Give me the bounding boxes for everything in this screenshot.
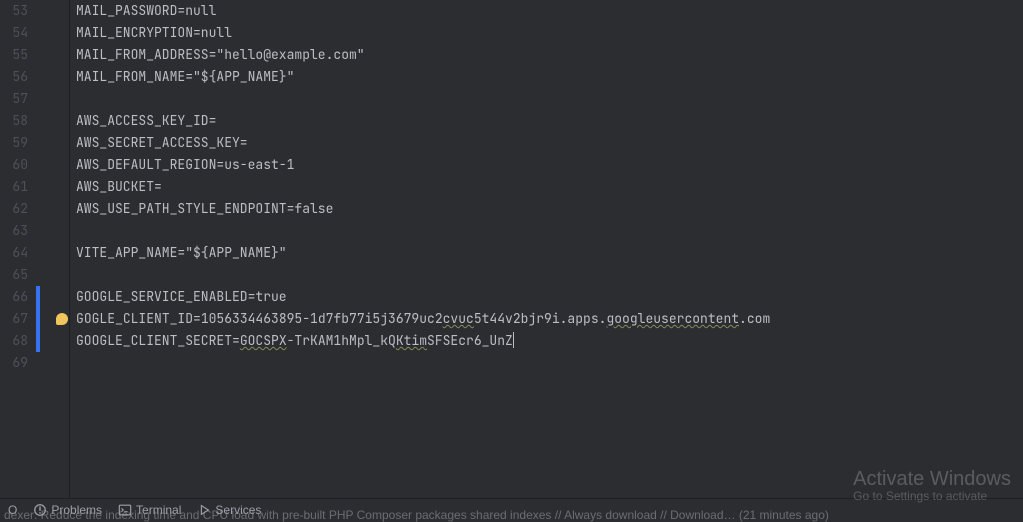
code-line[interactable]: GOOGLE_CLIENT_SECRET=GOCSPX-TrKAM1hMpl_k… xyxy=(76,330,1023,352)
line-number: 59 xyxy=(0,132,36,154)
line-number: 62 xyxy=(0,198,36,220)
code-line[interactable]: GOOGLE_SERVICE_ENABLED=true xyxy=(76,286,1023,308)
code-line[interactable]: VITE_APP_NAME="${APP_NAME}" xyxy=(76,242,1023,264)
line-number: 67 xyxy=(0,308,36,330)
line-number: 56 xyxy=(0,66,36,88)
line-number: 69 xyxy=(0,352,36,374)
code-line[interactable]: AWS_BUCKET= xyxy=(76,176,1023,198)
line-number: 66 xyxy=(0,286,36,308)
line-number-gutter: 5354555657585960616263646566676869 xyxy=(0,0,36,498)
icon-gutter xyxy=(42,0,70,498)
line-number: 53 xyxy=(0,0,36,22)
line-number: 64 xyxy=(0,242,36,264)
code-line[interactable]: MAIL_FROM_NAME="${APP_NAME}" xyxy=(76,66,1023,88)
code-area[interactable]: MAIL_PASSWORD=nullMAIL_ENCRYPTION=nullMA… xyxy=(70,0,1023,498)
code-line[interactable]: AWS_DEFAULT_REGION=us-east-1 xyxy=(76,154,1023,176)
code-line[interactable]: AWS_SECRET_ACCESS_KEY= xyxy=(76,132,1023,154)
code-line[interactable] xyxy=(76,220,1023,242)
line-number: 60 xyxy=(0,154,36,176)
line-number: 58 xyxy=(0,110,36,132)
line-number: 65 xyxy=(0,264,36,286)
intention-bulb-icon[interactable] xyxy=(56,313,68,325)
code-line[interactable]: GOGLE_CLIENT_ID=1056334463895-1d7fb77i5j… xyxy=(76,308,1023,330)
code-line[interactable]: MAIL_FROM_ADDRESS="hello@example.com" xyxy=(76,44,1023,66)
code-line[interactable]: MAIL_ENCRYPTION=null xyxy=(76,22,1023,44)
line-number: 63 xyxy=(0,220,36,242)
line-number: 54 xyxy=(0,22,36,44)
code-line[interactable]: AWS_USE_PATH_STYLE_ENDPOINT=false xyxy=(76,198,1023,220)
code-line[interactable] xyxy=(76,264,1023,286)
line-number: 57 xyxy=(0,88,36,110)
code-line[interactable] xyxy=(76,352,1023,374)
vcs-change-marker[interactable] xyxy=(36,286,40,352)
line-number: 55 xyxy=(0,44,36,66)
code-line[interactable]: MAIL_PASSWORD=null xyxy=(76,0,1023,22)
code-line[interactable] xyxy=(76,88,1023,110)
code-line[interactable]: AWS_ACCESS_KEY_ID= xyxy=(76,110,1023,132)
code-editor[interactable]: 5354555657585960616263646566676869 MAIL_… xyxy=(0,0,1023,498)
line-number: 68 xyxy=(0,330,36,352)
status-hint: dexer: Reduce the indexing time and CPU … xyxy=(4,508,1023,522)
line-number: 61 xyxy=(0,176,36,198)
text-cursor xyxy=(513,332,514,348)
